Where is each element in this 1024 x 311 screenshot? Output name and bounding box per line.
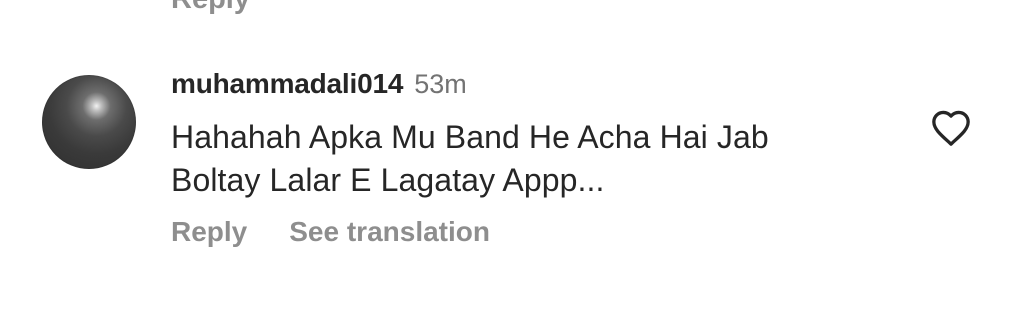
heart-outline-icon: [932, 110, 970, 146]
like-button[interactable]: [930, 108, 972, 148]
comment-text: Hahahah Apka Mu Band He Acha Hai Jab Bol…: [171, 116, 901, 202]
comment-timestamp: 53m: [414, 69, 467, 99]
see-translation-button[interactable]: See translation: [289, 214, 490, 250]
comment-text-line-1: Hahahah Apka Mu Band He Acha Hai Jab: [171, 119, 769, 155]
previous-comment-reply-button[interactable]: Reply: [171, 0, 250, 14]
comment-text-line-2: Boltay Lalar E Lagatay Appp...: [171, 162, 605, 198]
comment-actions: Reply See translation: [171, 214, 490, 250]
avatar[interactable]: [42, 75, 136, 169]
comment-header: muhammadali014 53m: [171, 68, 467, 104]
reply-button[interactable]: Reply: [171, 214, 247, 250]
comment-username[interactable]: muhammadali014: [171, 68, 403, 100]
